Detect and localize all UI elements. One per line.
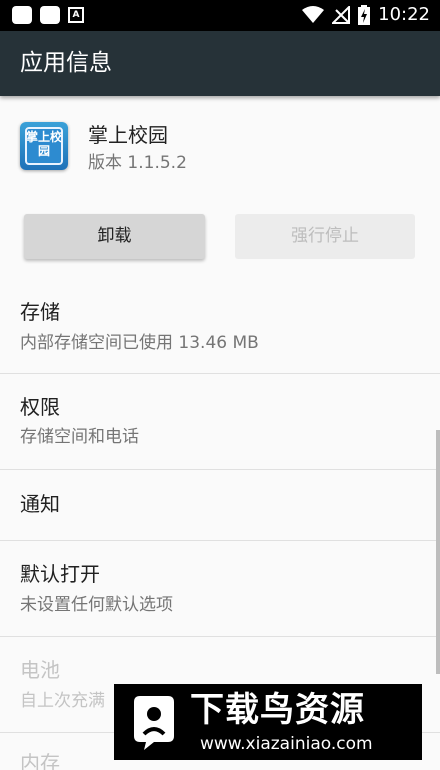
list-item-subtitle: 自上次充满 — [20, 691, 105, 711]
list-item-permissions[interactable]: 权限 存储空间和电话 — [0, 374, 440, 469]
list-item-title: 默认打开 — [20, 562, 100, 586]
status-time: 10:22 — [378, 4, 430, 25]
app-version: 版本 1.1.5.2 — [88, 153, 187, 173]
status-bar: A 10:22 — [0, 0, 440, 31]
app-bar: 应用信息 — [0, 31, 440, 96]
app-icon: 掌上校园 — [20, 122, 68, 170]
bird-logo-icon — [134, 696, 174, 750]
uninstall-button[interactable]: 卸载 — [24, 214, 205, 259]
app-icon-text: 掌上校园 — [26, 130, 63, 158]
list-item-subtitle: 未设置任何默认选项 — [20, 595, 173, 615]
list-item-subtitle: 内部存储空间已使用 13.46 MB — [20, 333, 259, 353]
notification-icon — [40, 6, 60, 24]
list-item-title: 电池 — [20, 658, 60, 682]
watermark-url: www.xiazainiao.com — [200, 734, 373, 754]
notification-icon — [12, 6, 32, 24]
watermark-title: 下载鸟资源 — [190, 690, 365, 730]
list-item-title: 通知 — [20, 492, 60, 516]
app-info-content[interactable]: 掌上校园 掌上校园 版本 1.1.5.2 卸载 强行停止 存储 内部存储空间已使… — [0, 96, 440, 770]
battery-charging-icon — [358, 5, 371, 25]
app-header: 掌上校园 掌上校园 版本 1.1.5.2 — [0, 96, 440, 196]
list-item-title: 内存 — [20, 751, 60, 770]
page-title: 应用信息 — [20, 50, 112, 76]
list-item-title: 存储 — [20, 300, 60, 324]
wifi-icon — [302, 6, 325, 23]
list-item-subtitle: 存储空间和电话 — [20, 427, 139, 447]
force-stop-button: 强行停止 — [235, 214, 415, 259]
list-item-notifications[interactable]: 通知 — [0, 470, 440, 540]
list-item-storage[interactable]: 存储 内部存储空间已使用 13.46 MB — [0, 279, 440, 373]
scrollbar[interactable] — [436, 430, 440, 674]
status-bar-notifications: A — [12, 6, 84, 24]
status-bar-system: 10:22 — [302, 5, 430, 25]
list-item-open-by-default[interactable]: 默认打开 未设置任何默认选项 — [0, 541, 440, 636]
no-signal-icon — [332, 6, 351, 24]
list-item-title: 权限 — [20, 395, 60, 419]
watermark-banner: 下载鸟资源 www.xiazainiao.com — [114, 684, 422, 760]
app-name: 掌上校园 — [88, 123, 168, 147]
a-icon: A — [68, 7, 84, 23]
